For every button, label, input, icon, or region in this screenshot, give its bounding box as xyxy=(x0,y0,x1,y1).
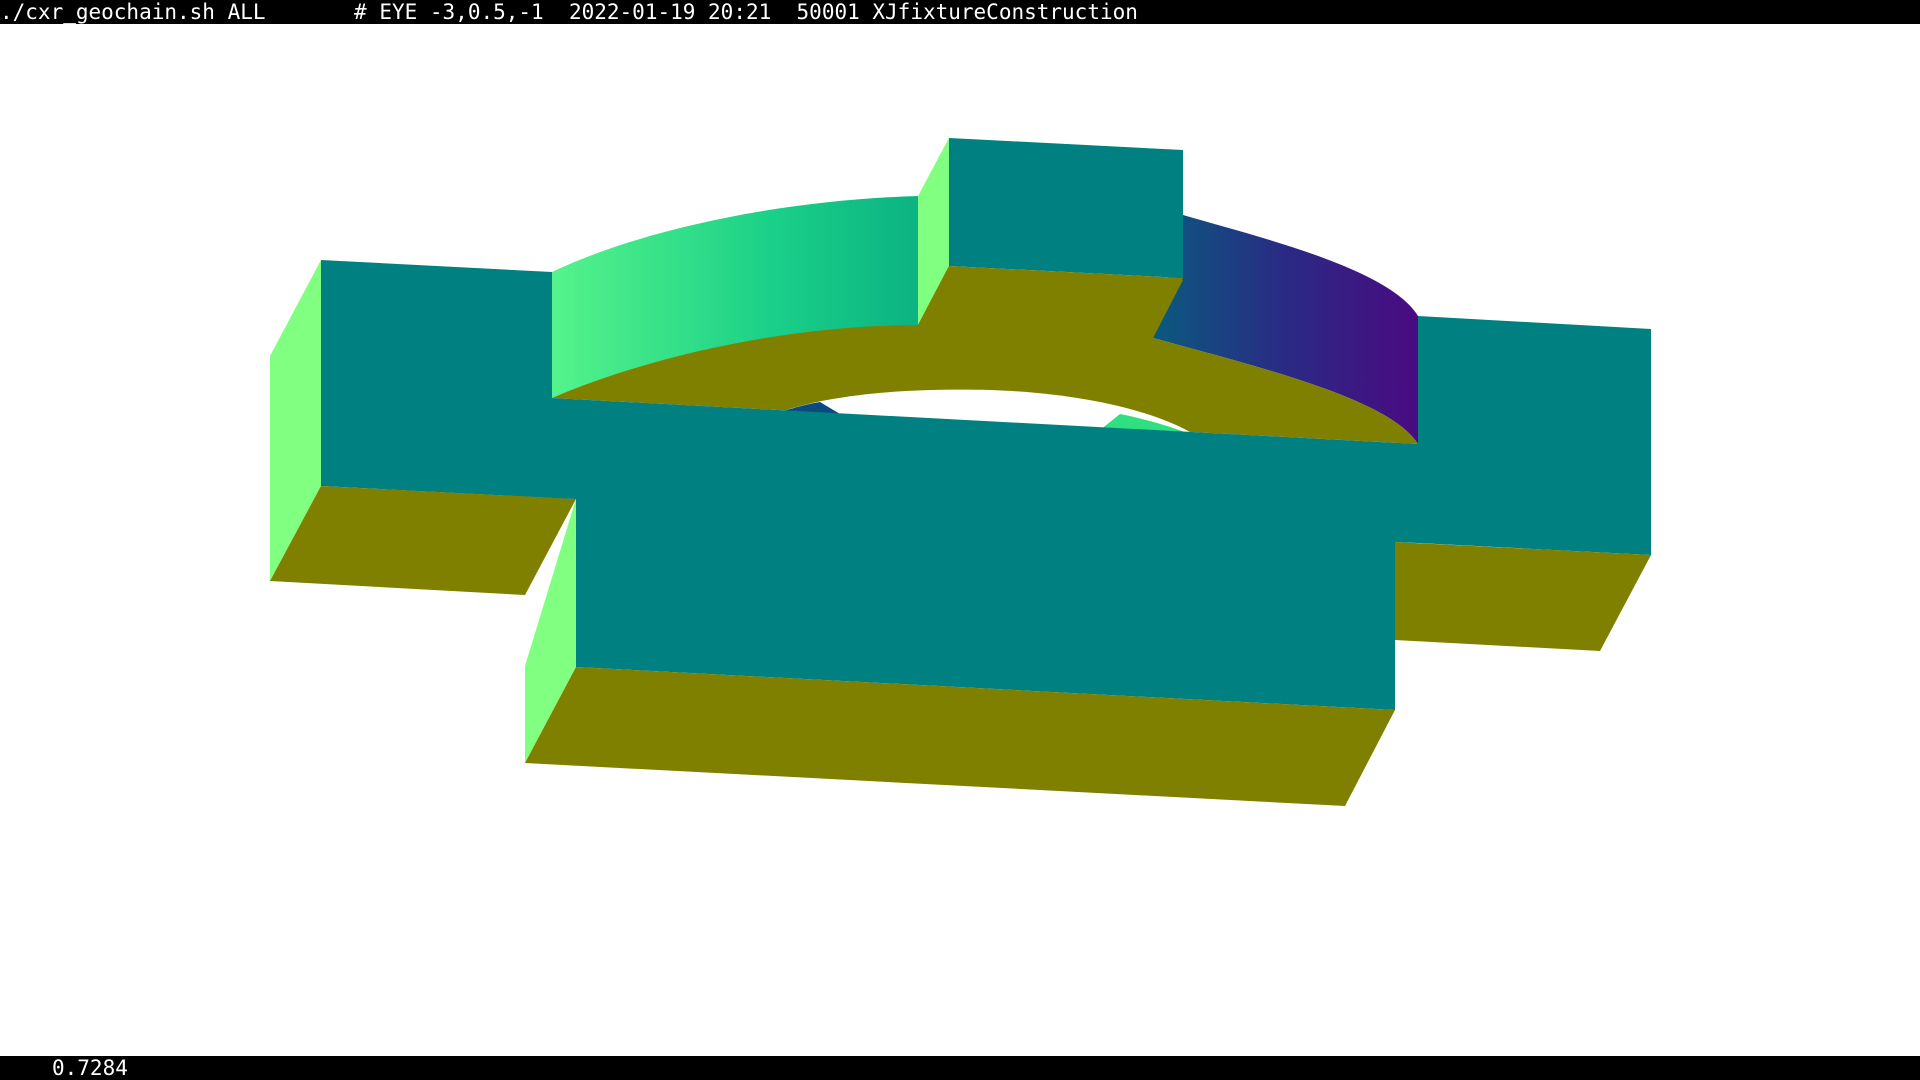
left-tab-top xyxy=(270,486,576,595)
right-tab-front xyxy=(1418,316,1651,555)
fixture-render xyxy=(270,138,1651,806)
back-tab-front xyxy=(949,138,1183,278)
status-bar: 0.7284 xyxy=(0,1056,1920,1080)
right-tab-top xyxy=(1395,542,1651,651)
main-block-front xyxy=(552,398,1418,710)
render-viewport[interactable] xyxy=(0,24,1920,1056)
status-value: 0.7284 xyxy=(52,1056,128,1080)
left-tab-front xyxy=(321,260,552,498)
